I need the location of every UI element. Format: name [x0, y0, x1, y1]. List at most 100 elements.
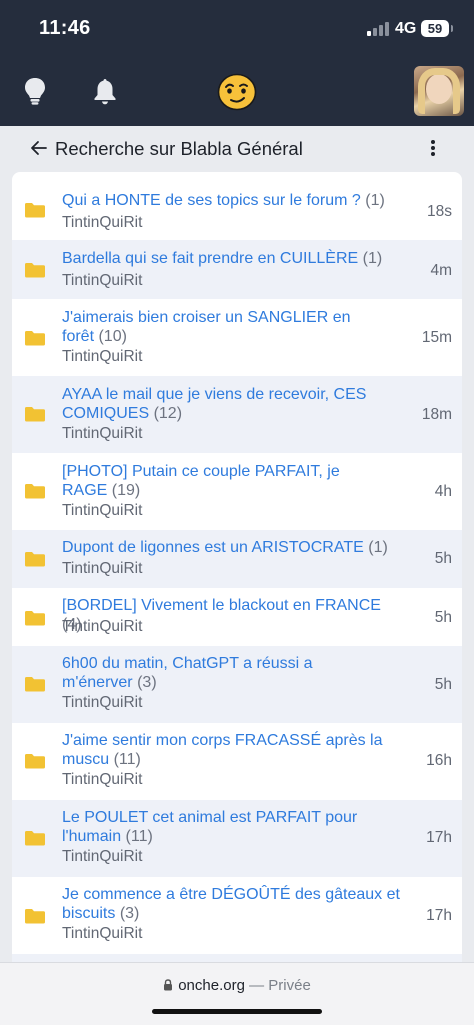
topic-row[interactable]: [BORDEL] Vivement le blackout en FRANCE … — [12, 588, 462, 646]
topic-list: Qui a HONTE de ses topics sur le forum ?… — [12, 172, 462, 962]
topic-title-line[interactable]: Bardella qui se fait prendre en CUILLÈRE… — [62, 249, 402, 268]
reply-count: (3) — [137, 674, 157, 691]
folder-icon — [25, 677, 45, 692]
topic-time: 4m — [430, 262, 452, 279]
topic-author[interactable]: TintinQuiRit — [62, 618, 142, 636]
topic-title-cont[interactable]: biscuits — [62, 905, 115, 922]
topic-time: 17h — [426, 907, 452, 924]
topic-title-line-2[interactable]: muscu (11) — [62, 750, 402, 769]
topic-author[interactable]: TintinQuiRit — [62, 214, 142, 232]
topic-author[interactable]: TintinQuiRit — [62, 560, 142, 578]
topic-title-cont[interactable]: muscu — [62, 751, 109, 768]
topic-title-line[interactable]: Le POULET cet animal est PARFAIT pour — [62, 808, 402, 827]
topic-author[interactable]: TintinQuiRit — [62, 502, 142, 520]
folder-icon — [25, 484, 45, 499]
reply-count: (1) — [368, 539, 388, 556]
topic-title[interactable]: [PHOTO] Putain ce couple PARFAIT, je — [62, 463, 340, 480]
topic-row[interactable]: Je commence a être DÉGOÛTÉ des gâteaux e… — [12, 877, 462, 954]
topic-title[interactable]: Le POULET cet animal est PARFAIT pour — [62, 809, 357, 826]
topic-author[interactable]: TintinQuiRit — [62, 925, 142, 943]
reply-count: (19) — [111, 482, 141, 499]
smiley-logo-icon[interactable] — [217, 73, 257, 111]
topic-title-line[interactable]: Qui a HONTE de ses topics sur le forum ?… — [62, 191, 402, 210]
topic-title-line[interactable]: 6h00 du matin, ChatGPT a réussi a — [62, 654, 402, 673]
back-arrow-icon[interactable] — [30, 139, 48, 157]
topic-title-line-2[interactable]: biscuits (3) — [62, 904, 402, 923]
topic-title-cont[interactable]: m'énerver — [62, 674, 133, 691]
topic-title-cont[interactable]: forêt — [62, 328, 94, 345]
topic-author[interactable]: TintinQuiRit — [62, 348, 142, 366]
topic-title[interactable]: Qui a HONTE de ses topics sur le forum ? — [62, 192, 361, 209]
topic-title-line-2[interactable]: m'énerver (3) — [62, 673, 402, 692]
topic-row[interactable]: 6h00 du matin, ChatGPT a réussi a m'éner… — [12, 646, 462, 723]
topic-row[interactable]: Qui a HONTE de ses topics sur le forum ?… — [12, 172, 462, 240]
topic-title-line-2[interactable]: l'humain (11) — [62, 827, 402, 846]
topic-title-cont[interactable]: RAGE — [62, 482, 107, 499]
topic-title-line[interactable]: Dupont de ligonnes est un ARISTOCRATE (1… — [62, 538, 402, 557]
topic-time: 18m — [421, 406, 452, 423]
battery-icon: 59 — [421, 20, 453, 37]
topic-title[interactable]: J'aimerais bien croiser un SANGLIER en — [62, 309, 351, 326]
topic-author[interactable]: TintinQuiRit — [62, 848, 142, 866]
reply-count: (10) — [98, 328, 127, 345]
folder-icon — [25, 203, 45, 218]
topic-row[interactable]: Le POULET cet animal est PARFAIT pour l'… — [12, 800, 462, 877]
topic-title-line-2[interactable]: forêt (10) — [62, 327, 402, 346]
topic-title-cont[interactable]: l'humain — [62, 828, 121, 845]
topic-title[interactable]: [BORDEL] Vivement le blackout en FRANCE — [62, 597, 381, 614]
network-type: 4G — [395, 20, 417, 37]
private-mode-label: Privée — [268, 977, 311, 994]
folder-icon — [25, 331, 45, 346]
topic-row[interactable]: J'aime sentir mon corps FRACASSÉ après l… — [12, 723, 462, 800]
topic-title[interactable]: Dupont de ligonnes est un ARISTOCRATE — [62, 539, 364, 556]
reply-count: (11) — [113, 751, 141, 768]
topic-title-line[interactable]: J'aime sentir mon corps FRACASSÉ après l… — [62, 731, 402, 750]
topic-title[interactable]: J'aime sentir mon corps FRACASSÉ après l… — [62, 732, 383, 749]
topic-title-line-2[interactable]: RAGE (19) — [62, 481, 402, 500]
topic-row-partial — [12, 954, 462, 962]
reply-count: (1) — [362, 250, 383, 267]
topic-title[interactable]: AYAA le mail que je viens de recevoir, C… — [62, 386, 366, 403]
bell-icon[interactable] — [92, 77, 118, 105]
topic-time: 17h — [426, 829, 452, 846]
topic-title-cont[interactable]: COMIQUES — [62, 405, 149, 422]
topic-time: 16h — [426, 752, 452, 769]
topic-time: 15m — [421, 329, 452, 346]
topic-author[interactable]: TintinQuiRit — [62, 771, 142, 789]
topic-title-line[interactable]: Je commence a être DÉGOÛTÉ des gâteaux e… — [62, 885, 402, 904]
more-options-icon[interactable] — [427, 138, 439, 158]
topic-row[interactable]: J'aimerais bien croiser un SANGLIER en f… — [12, 299, 462, 376]
topic-time: 5h — [434, 676, 452, 693]
topic-time: 5h — [434, 550, 452, 567]
page-title: Recherche sur Blabla Général — [55, 138, 303, 159]
topic-title-line[interactable]: J'aimerais bien croiser un SANGLIER en — [62, 308, 402, 327]
topic-row[interactable]: AYAA le mail que je viens de recevoir, C… — [12, 376, 462, 453]
url-display[interactable]: onche.org — Privée — [0, 977, 474, 994]
topic-row[interactable]: [PHOTO] Putain ce couple PARFAIT, je RAG… — [12, 453, 462, 530]
topic-author[interactable]: TintinQuiRit — [62, 425, 142, 443]
topic-author[interactable]: TintinQuiRit — [62, 694, 142, 712]
topic-title-line[interactable]: AYAA le mail que je viens de recevoir, C… — [62, 385, 402, 404]
status-time: 11:46 — [39, 17, 91, 39]
topic-title[interactable]: 6h00 du matin, ChatGPT a réussi a — [62, 655, 313, 672]
lightbulb-icon[interactable] — [22, 77, 48, 105]
topic-title[interactable]: Je commence a être DÉGOÛTÉ des gâteaux e… — [62, 886, 400, 903]
folder-icon — [25, 552, 45, 567]
topic-time: 5h — [434, 609, 452, 626]
domain-text[interactable]: onche.org — [178, 977, 245, 994]
reply-count: (3) — [119, 905, 140, 922]
folder-icon — [25, 831, 45, 846]
topic-row[interactable]: Dupont de ligonnes est un ARISTOCRATE (1… — [12, 530, 462, 588]
folder-icon — [25, 263, 45, 278]
lock-icon — [164, 979, 173, 991]
topic-title-line-2[interactable]: COMIQUES (12) — [62, 404, 402, 423]
user-avatar[interactable] — [414, 66, 464, 116]
home-indicator[interactable] — [152, 1009, 322, 1014]
reply-count: (1) — [365, 192, 385, 209]
topic-title-line[interactable]: [PHOTO] Putain ce couple PARFAIT, je — [62, 462, 402, 481]
topic-title[interactable]: Bardella qui se fait prendre en CUILLÈRE — [62, 250, 358, 267]
folder-icon — [25, 754, 45, 769]
topic-row[interactable]: Bardella qui se fait prendre en CUILLÈRE… — [12, 240, 462, 299]
topic-author[interactable]: TintinQuiRit — [62, 272, 142, 290]
folder-icon — [25, 611, 45, 626]
